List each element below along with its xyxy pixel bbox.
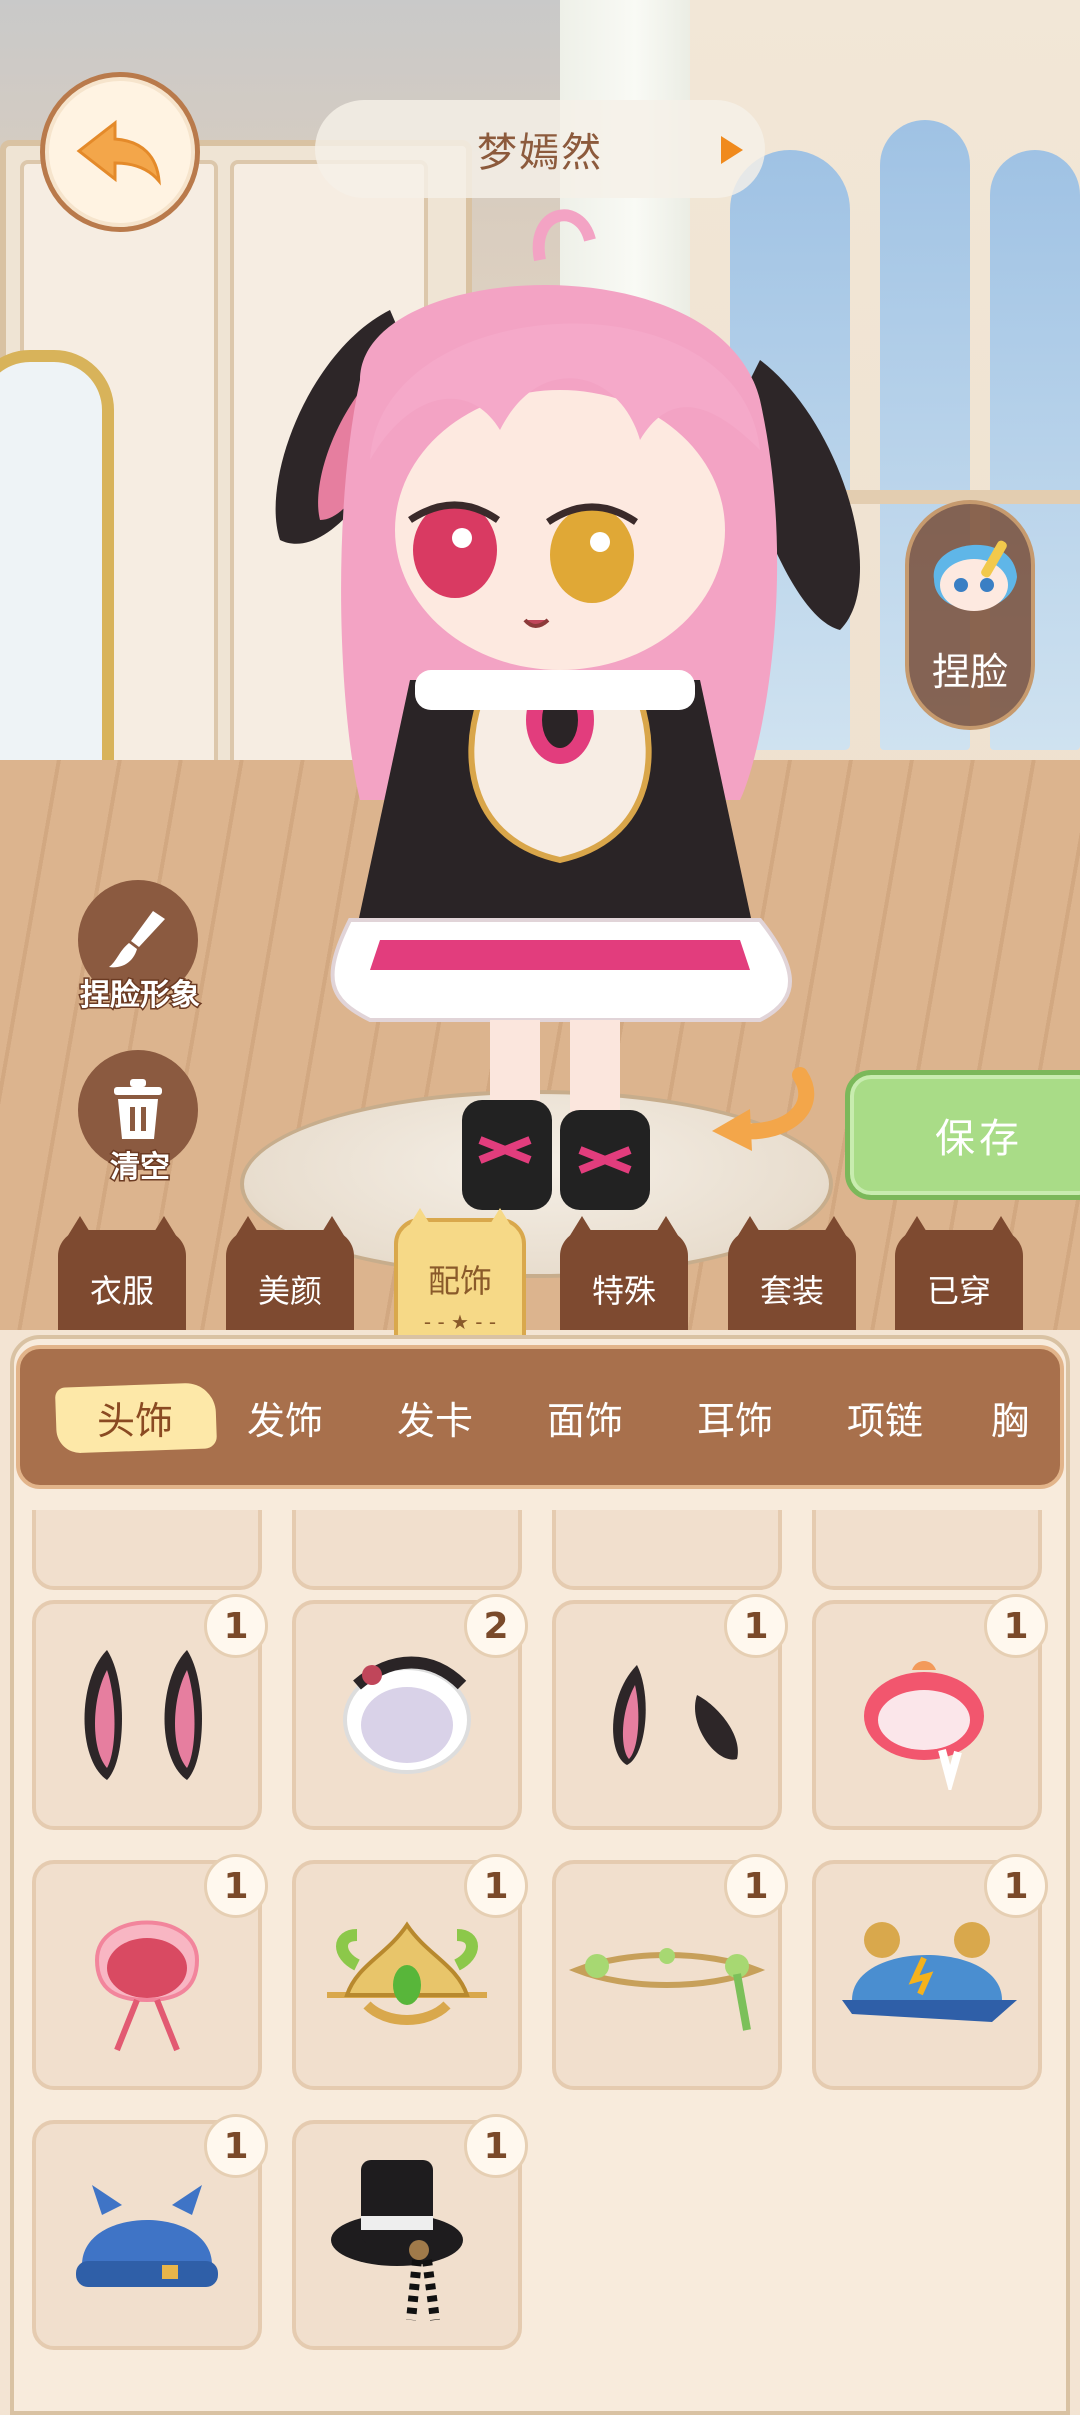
item-grid: 1 2 1 1 1 1 1 1 1 1 xyxy=(16,1510,1064,2400)
item-card[interactable] xyxy=(812,1510,1042,1590)
back-button[interactable] xyxy=(40,72,200,232)
item-card[interactable]: 1 xyxy=(812,1594,1048,1830)
brush-icon xyxy=(109,911,165,968)
item-card[interactable]: 1 xyxy=(32,1854,268,2090)
tab-label: 配饰 xyxy=(427,1262,492,1300)
partial-item-icon xyxy=(816,1510,1038,1586)
item-card[interactable] xyxy=(292,1510,522,1590)
tab-outfits[interactable]: 套装 xyxy=(728,1216,856,1330)
item-card[interactable]: 1 xyxy=(292,2114,528,2350)
character-name-field[interactable]: 梦嫣然 xyxy=(315,100,765,198)
tab-beauty[interactable]: 美颜 xyxy=(226,1216,354,1330)
item-card[interactable] xyxy=(552,1510,782,1590)
save-button[interactable]: 保存 xyxy=(845,1070,1080,1200)
item-count-badge: 1 xyxy=(724,1594,788,1658)
rotate-arrow-icon[interactable] xyxy=(700,1065,820,1155)
item-card[interactable]: 1 xyxy=(552,1854,788,2090)
play-arrow-icon xyxy=(721,136,743,164)
subtab-chest[interactable]: 胸 xyxy=(960,1349,1060,1485)
item-count-badge: 1 xyxy=(984,1594,1048,1658)
back-arrow-icon xyxy=(76,119,161,186)
tab-label: 衣服 xyxy=(89,1272,154,1310)
tab-label: 已穿 xyxy=(926,1272,991,1310)
face-edit-button[interactable]: 捏脸 xyxy=(905,500,1035,730)
active-star-icon: - - ★ - - xyxy=(423,1310,497,1334)
item-card[interactable]: 1 xyxy=(32,2114,268,2350)
item-card[interactable]: 1 xyxy=(552,1594,788,1830)
item-count-badge: 1 xyxy=(724,1854,788,1918)
trash-icon xyxy=(114,1079,162,1139)
subcategory-bar[interactable]: 头饰 发饰 发卡 面饰 耳饰 项链 胸 xyxy=(16,1345,1064,1489)
item-card[interactable]: 1 xyxy=(292,1854,528,2090)
tab-clothes[interactable]: 衣服 xyxy=(58,1216,186,1330)
face-edit-label: 捏脸 xyxy=(931,650,1008,694)
item-count-badge: 1 xyxy=(204,2114,268,2178)
item-count-badge: 1 xyxy=(464,2114,528,2178)
partial-item-icon xyxy=(556,1510,778,1586)
tab-label: 套装 xyxy=(759,1272,824,1310)
item-card[interactable] xyxy=(32,1510,262,1590)
tab-label: 特殊 xyxy=(591,1272,656,1310)
face-image-label: 捏脸形象 xyxy=(79,977,202,1015)
item-count-badge: 1 xyxy=(464,1854,528,1918)
item-card[interactable]: 1 xyxy=(812,1854,1048,2090)
subtab-necklace[interactable]: 项链 xyxy=(810,1349,960,1485)
subtab-hair-ornament[interactable]: 发饰 xyxy=(210,1349,360,1485)
subtab-face[interactable]: 面饰 xyxy=(510,1349,660,1485)
item-count-badge: 2 xyxy=(464,1594,528,1658)
item-card[interactable]: 1 xyxy=(32,1594,268,1830)
tab-wearing[interactable]: 已穿 xyxy=(895,1216,1023,1330)
clear-label: 清空 xyxy=(109,1149,172,1187)
partial-item-icon xyxy=(36,1510,258,1586)
subtab-hairpin[interactable]: 发卡 xyxy=(360,1349,510,1485)
subtab-headwear[interactable]: 头饰 xyxy=(60,1349,210,1485)
item-count-badge: 1 xyxy=(204,1594,268,1658)
save-label: 保存 xyxy=(935,1116,1023,1162)
tab-special[interactable]: 特殊 xyxy=(560,1216,688,1330)
item-count-badge: 1 xyxy=(204,1854,268,1918)
item-count-badge: 1 xyxy=(984,1854,1048,1918)
tab-label: 美颜 xyxy=(257,1272,322,1310)
item-card[interactable]: 2 xyxy=(292,1594,528,1830)
partial-item-icon xyxy=(296,1510,518,1586)
character-name: 梦嫣然 xyxy=(477,130,603,176)
chibi-face-icon xyxy=(933,540,1017,611)
subtab-earrings[interactable]: 耳饰 xyxy=(660,1349,810,1485)
